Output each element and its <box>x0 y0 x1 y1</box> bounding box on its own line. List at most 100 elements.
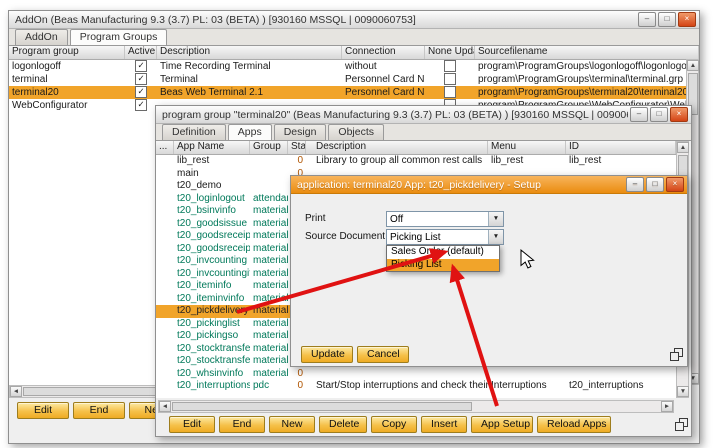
print-select[interactable]: Off ▼ <box>386 211 504 227</box>
col-sourcefilename[interactable]: Sourcefilename <box>475 46 699 59</box>
scroll-right-icon[interactable]: ► <box>661 401 673 412</box>
cell-group: materialm <box>250 343 288 356</box>
tab-design[interactable]: Design <box>274 124 327 140</box>
delete-button[interactable]: Delete <box>319 416 367 433</box>
print-select-value: Off <box>387 212 488 226</box>
minimize-icon[interactable]: – <box>638 12 656 27</box>
cell-app-name: t20_loginlogout <box>174 193 250 206</box>
source-document-select[interactable]: Picking List ▼ <box>386 229 504 245</box>
maximize-icon[interactable]: □ <box>646 177 664 192</box>
option-sales-order[interactable]: Sales Order (default) <box>387 246 499 259</box>
chevron-down-icon[interactable]: ▼ <box>488 230 503 244</box>
tab-apps[interactable]: Apps <box>228 124 272 140</box>
print-label: Print <box>305 213 326 224</box>
close-icon[interactable]: × <box>678 12 696 27</box>
cell-status: 0 <box>288 368 306 381</box>
cell-group: materialm <box>250 255 288 268</box>
cell-app-name: t20_bsinvinfo <box>174 205 250 218</box>
edit-button[interactable]: Edit <box>169 416 215 433</box>
scroll-down-icon[interactable]: ▼ <box>677 386 689 397</box>
app-row[interactable]: t20_whsinvinfomaterialm0 <box>156 368 676 381</box>
cell-icon <box>156 230 174 243</box>
col-group[interactable]: Group <box>250 141 288 154</box>
cell-group: materialm <box>250 368 288 381</box>
end-button[interactable]: End <box>219 416 265 433</box>
minimize-icon[interactable]: – <box>630 107 648 122</box>
close-icon[interactable]: × <box>666 177 684 192</box>
source-document-label: Source Document <box>305 231 385 242</box>
reload-apps-button[interactable]: Reload Apps <box>537 416 611 433</box>
cell-icon <box>156 343 174 356</box>
cell-menu: lib_rest <box>488 155 566 168</box>
col-connection[interactable]: Connection <box>342 46 425 59</box>
app-row[interactable]: t20_interruptionspdc0Start/Stop interrup… <box>156 380 676 393</box>
scroll-left-icon[interactable]: ◄ <box>10 386 22 397</box>
col-status[interactable]: Status <box>288 141 306 154</box>
scroll-up-icon[interactable]: ▲ <box>687 60 699 71</box>
scrollbar-thumb[interactable] <box>172 402 472 411</box>
cell-app-name: main <box>174 168 250 181</box>
active-checkbox[interactable]: ✓ <box>125 73 157 86</box>
cell-status: 0 <box>288 155 306 168</box>
col-none-update[interactable]: None Update <box>425 46 475 59</box>
none-update-checkbox[interactable] <box>425 86 475 99</box>
cell-app-name: t20_iteminfo <box>174 280 250 293</box>
new-button[interactable]: New <box>269 416 315 433</box>
cell-group: materialm <box>250 218 288 231</box>
cancel-button[interactable]: Cancel <box>357 346 409 363</box>
copy-button[interactable]: Copy <box>371 416 417 433</box>
cell-icon <box>156 218 174 231</box>
update-button[interactable]: Update <box>301 346 353 363</box>
end-button[interactable]: End <box>73 402 125 419</box>
cell-app-name: t20_invcounting <box>174 255 250 268</box>
chevron-down-icon[interactable]: ▼ <box>488 212 503 226</box>
checkmark-icon: ✓ <box>135 60 147 72</box>
cell-group <box>250 180 288 193</box>
none-update-checkbox[interactable] <box>425 73 475 86</box>
active-checkbox[interactable]: ✓ <box>125 60 157 73</box>
app-setup-button[interactable]: App Setup <box>471 416 533 433</box>
table-row[interactable]: logonlogoff ✓ Time Recording Terminal wi… <box>9 60 699 73</box>
tab-program-groups[interactable]: Program Groups <box>70 29 168 45</box>
setup-dialog: application: terminal20 App: t20_pickdel… <box>290 175 688 367</box>
tab-addon[interactable]: AddOn <box>15 29 68 45</box>
col-icon[interactable]: ... <box>156 141 174 154</box>
maximize-icon[interactable]: □ <box>658 12 676 27</box>
edit-button[interactable]: Edit <box>17 402 69 419</box>
col-active[interactable]: Active <box>125 46 157 59</box>
active-checkbox[interactable]: ✓ <box>125 99 157 112</box>
scroll-up-icon[interactable]: ▲ <box>677 142 689 153</box>
none-update-checkbox[interactable] <box>425 60 475 73</box>
resize-grip-icon[interactable] <box>675 418 688 431</box>
active-checkbox[interactable]: ✓ <box>125 86 157 99</box>
table-row[interactable]: terminal ✓ Terminal Personnel Card Numbe… <box>9 73 699 86</box>
apps-table-header: ... App Name Group Status Description Me… <box>156 141 676 155</box>
cell-icon <box>156 368 174 381</box>
tab-objects[interactable]: Objects <box>328 124 384 140</box>
col-app-name[interactable]: App Name <box>174 141 250 154</box>
app-row[interactable]: lib_rest0Library to group all common res… <box>156 155 676 168</box>
scroll-left-icon[interactable]: ◄ <box>159 401 171 412</box>
horizontal-scrollbar[interactable]: ◄ ► <box>158 400 674 413</box>
col-description[interactable]: Description <box>306 141 488 154</box>
close-icon[interactable]: × <box>670 107 688 122</box>
main-window-title: AddOn (Beas Manufacturing 9.3 (3.7) PL: … <box>15 14 636 26</box>
cell-icon <box>156 293 174 306</box>
option-picking-list[interactable]: Picking List <box>387 259 499 272</box>
insert-button[interactable]: Insert <box>421 416 467 433</box>
checkmark-icon <box>444 60 456 72</box>
maximize-icon[interactable]: □ <box>650 107 668 122</box>
col-menu[interactable]: Menu <box>488 141 566 154</box>
cell-description: Beas Web Terminal 2.1 <box>157 86 342 99</box>
col-program-group[interactable]: Program group <box>9 46 125 59</box>
cell-icon <box>156 205 174 218</box>
col-id[interactable]: ID <box>566 141 676 154</box>
tab-definition[interactable]: Definition <box>162 124 226 140</box>
resize-grip-icon[interactable] <box>670 348 683 361</box>
checkmark-icon: ✓ <box>135 86 147 98</box>
cell-sourcefilename: program\ProgramGroups\terminal20\termina… <box>475 86 699 99</box>
table-row-selected[interactable]: terminal20 ✓ Beas Web Terminal 2.1 Perso… <box>9 86 699 99</box>
minimize-icon[interactable]: – <box>626 177 644 192</box>
col-description[interactable]: Description <box>157 46 342 59</box>
cell-app-name: t20_pickdelivery <box>174 305 250 318</box>
